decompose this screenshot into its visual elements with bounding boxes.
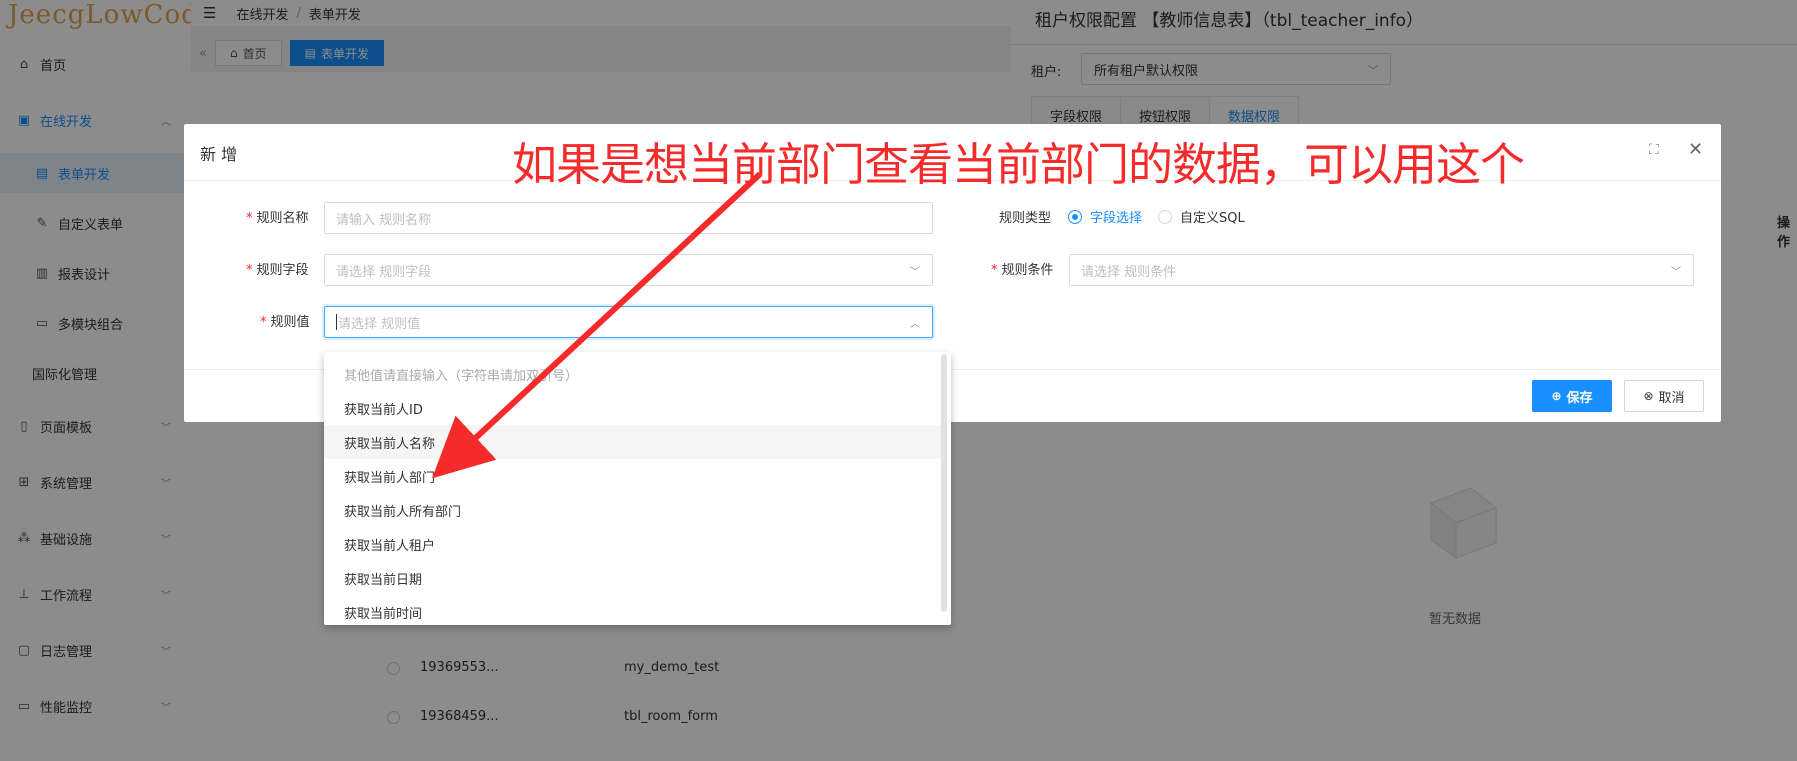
chevron-down-icon: ﹀ xyxy=(910,266,920,278)
modal-title: 新 增 xyxy=(200,145,238,164)
annotation-text: 如果是想当前部门查看当前部门的数据，可以用这个 xyxy=(512,138,1525,191)
rule-condition-label: * 规则条件 xyxy=(991,263,1054,278)
required-mark: * xyxy=(246,263,253,278)
dropdown-option[interactable]: 获取当前人ID xyxy=(324,391,944,425)
rule-field-select[interactable]: 请选择 规则字段 ﹀ xyxy=(324,254,933,286)
rule-type-label: 规则类型 xyxy=(999,211,1052,226)
radio-dot xyxy=(1068,209,1082,224)
close-circle-icon: ⊗ xyxy=(1643,389,1654,403)
required-mark: * xyxy=(260,315,267,330)
plus-circle-icon: ⊕ xyxy=(1551,389,1562,403)
rule-condition-select[interactable]: 请选择 规则条件 ﹀ xyxy=(1069,254,1694,286)
rule-value-select[interactable]: 请选择 规则值 ︿ xyxy=(324,306,933,338)
rule-name-input[interactable]: 请输入 规则名称 xyxy=(324,202,933,234)
required-mark: * xyxy=(246,211,253,226)
text-caret xyxy=(336,314,337,330)
radio-dot xyxy=(1158,209,1172,224)
radio-field-select[interactable]: 字段选择 xyxy=(1068,207,1142,226)
rule-value-label: * 规则值 xyxy=(260,315,310,330)
dropdown-option[interactable]: 获取当前人租户 xyxy=(324,527,944,561)
rule-value-dropdown: 其他值请直接输入（字符串请加双引号） 获取当前人ID 获取当前人名称 获取当前人… xyxy=(324,352,951,625)
rule-name-label: * 规则名称 xyxy=(246,211,309,226)
cancel-button[interactable]: ⊗ 取消 xyxy=(1624,380,1704,412)
dropdown-option[interactable]: 获取当前时间 xyxy=(324,595,944,625)
required-mark: * xyxy=(991,263,998,278)
dropdown-hint: 其他值请直接输入（字符串请加双引号） xyxy=(344,368,579,384)
close-icon[interactable]: ✕ xyxy=(1688,139,1703,160)
dropdown-scrollbar[interactable] xyxy=(941,354,947,612)
save-button[interactable]: ⊕ 保存 xyxy=(1532,380,1612,412)
dropdown-option[interactable]: 获取当前日期 xyxy=(324,561,944,595)
maximize-icon[interactable]: ⛶ xyxy=(1649,142,1659,158)
dropdown-option[interactable]: 获取当前人部门 xyxy=(324,459,944,493)
dropdown-option[interactable]: 获取当前人所有部门 xyxy=(324,493,944,527)
rule-field-label: * 规则字段 xyxy=(246,263,309,278)
radio-custom-sql[interactable]: 自定义SQL xyxy=(1158,207,1245,226)
chevron-down-icon: ﹀ xyxy=(1671,266,1681,278)
chevron-up-icon: ︿ xyxy=(910,318,920,330)
dropdown-option[interactable]: 获取当前人名称 xyxy=(324,425,944,459)
